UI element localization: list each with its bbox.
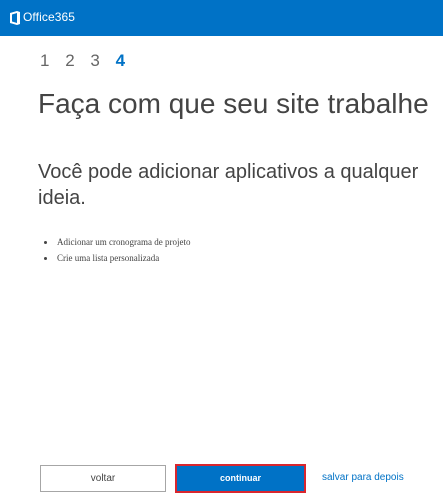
step-4-active: 4 (115, 51, 126, 70)
list-item: Crie uma lista personalizada (44, 250, 190, 266)
step-1[interactable]: 1 (40, 51, 49, 71)
step-2[interactable]: 2 (65, 51, 74, 71)
step-3[interactable]: 3 (90, 51, 99, 71)
step-indicator: 1 2 3 4 (40, 51, 136, 71)
continue-button[interactable]: continuar (175, 464, 306, 493)
save-for-later-link[interactable]: salvar para depois (322, 472, 404, 483)
list-item: Adicionar um cronograma de projeto (44, 234, 190, 250)
app-name: Office365 (23, 10, 76, 24)
office-logo-icon (10, 11, 20, 25)
top-bar: Office365 (0, 0, 443, 36)
page-description: Você pode adicionar aplicativos a qualqu… (38, 161, 419, 209)
page-title: Faça com que seu site trabalhe (38, 88, 429, 119)
feature-list: Adicionar um cronograma de projeto Crie … (44, 234, 190, 266)
back-button[interactable]: voltar (40, 465, 166, 492)
